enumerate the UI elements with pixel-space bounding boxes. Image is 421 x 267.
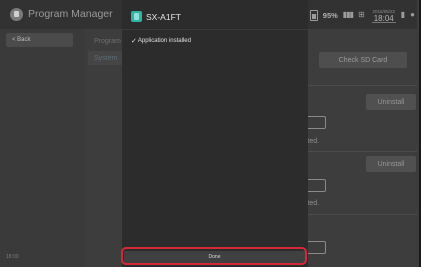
back-button[interactable]: < Back [6,33,73,47]
divider [297,151,417,152]
sidebar [0,29,85,267]
divider [297,214,417,215]
status-bar: 95% ▮▮▮ ⊞ 2015/05/22 18:04 ▮ ● [309,7,415,23]
dialog-title: SX-A1FT [146,12,181,22]
dialog-divider [122,29,308,30]
uninstall-button[interactable]: Uninstall [366,156,416,172]
status-message: ✓ Application installed [131,37,191,45]
battery-icon [309,9,318,21]
signal-icon: ▮▮▮ [342,10,354,19]
datetime: 2015/05/22 18:04 [371,8,396,23]
battery-percent: 95% [322,10,338,20]
microphone-icon: ● [410,10,415,19]
uninstall-button[interactable]: Uninstall [366,94,416,110]
checkmark-icon: ✓ [131,38,137,45]
highlight-frame [121,247,307,265]
check-sd-card-button[interactable]: Check SD Card [319,52,407,68]
storage-icon: ▮ [400,10,406,19]
status-message-text: Application installed [137,38,191,44]
clock-label: 18:00 [6,254,19,260]
network-icon: ⊞ [358,10,365,19]
divider [297,85,417,86]
app-icon [131,11,142,22]
time-label: 18:04 [371,13,396,23]
program-manager-icon [10,8,23,21]
app-title: Program Manager [28,8,113,20]
